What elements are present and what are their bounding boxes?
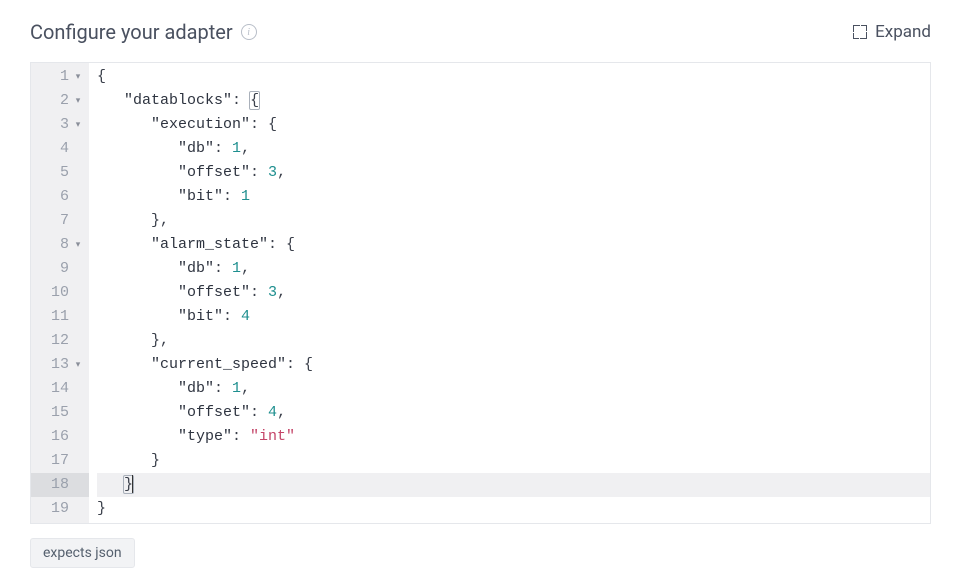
gutter-line: 1▾ [31, 65, 89, 89]
code-line[interactable]: "current_speed": { [97, 353, 930, 377]
editor-code[interactable]: { "datablocks": { "execution": { "db": 1… [89, 63, 930, 523]
code-line[interactable]: "db": 1, [97, 137, 930, 161]
gutter-line: 18 [31, 473, 89, 497]
code-editor[interactable]: 1▾2▾3▾45678▾910111213▾141516171819 { "da… [30, 62, 931, 524]
gutter-line: 15 [31, 401, 89, 425]
section-title: Configure your adapter [30, 20, 233, 44]
section-header: Configure your adapter i Expand [30, 20, 931, 44]
code-line[interactable]: } [97, 473, 930, 497]
code-line[interactable]: "datablocks": { [97, 89, 930, 113]
code-line[interactable]: "offset": 3, [97, 281, 930, 305]
gutter-line: 14 [31, 377, 89, 401]
code-line[interactable]: "bit": 4 [97, 305, 930, 329]
text-cursor [132, 475, 133, 493]
code-line[interactable]: "offset": 3, [97, 161, 930, 185]
fold-toggle-icon[interactable]: ▾ [73, 89, 83, 113]
gutter-line: 11 [31, 305, 89, 329]
fold-toggle-icon[interactable]: ▾ [73, 353, 83, 377]
fold-toggle-icon[interactable]: ▾ [73, 113, 83, 137]
expand-icon [853, 25, 867, 39]
code-line[interactable]: "type": "int" [97, 425, 930, 449]
gutter-line: 6 [31, 185, 89, 209]
footer-area: expects json [30, 538, 931, 568]
code-line[interactable]: "db": 1, [97, 257, 930, 281]
code-line[interactable]: } [97, 449, 930, 473]
code-line[interactable]: }, [97, 329, 930, 353]
code-line[interactable]: { [97, 65, 930, 89]
gutter-line: 13▾ [31, 353, 89, 377]
code-line[interactable]: "offset": 4, [97, 401, 930, 425]
code-line[interactable]: "alarm_state": { [97, 233, 930, 257]
code-line[interactable]: "db": 1, [97, 377, 930, 401]
gutter-line: 8▾ [31, 233, 89, 257]
expand-button[interactable]: Expand [853, 22, 931, 42]
code-line[interactable]: }, [97, 209, 930, 233]
info-icon[interactable]: i [241, 24, 257, 40]
gutter-line: 12 [31, 329, 89, 353]
fold-toggle-icon[interactable]: ▾ [73, 233, 83, 257]
expand-label: Expand [875, 22, 931, 42]
gutter-line: 19 [31, 497, 89, 521]
gutter-line: 9 [31, 257, 89, 281]
format-badge: expects json [30, 538, 135, 568]
gutter-line: 2▾ [31, 89, 89, 113]
fold-toggle-icon[interactable]: ▾ [73, 65, 83, 89]
gutter-line: 7 [31, 209, 89, 233]
code-line[interactable]: } [97, 497, 930, 521]
gutter-line: 5 [31, 161, 89, 185]
code-line[interactable]: "bit": 1 [97, 185, 930, 209]
gutter-line: 17 [31, 449, 89, 473]
gutter-line: 10 [31, 281, 89, 305]
title-wrap: Configure your adapter i [30, 20, 257, 44]
gutter-line: 16 [31, 425, 89, 449]
gutter-line: 3▾ [31, 113, 89, 137]
gutter-line: 4 [31, 137, 89, 161]
editor-gutter: 1▾2▾3▾45678▾910111213▾141516171819 [31, 63, 89, 523]
code-line[interactable]: "execution": { [97, 113, 930, 137]
